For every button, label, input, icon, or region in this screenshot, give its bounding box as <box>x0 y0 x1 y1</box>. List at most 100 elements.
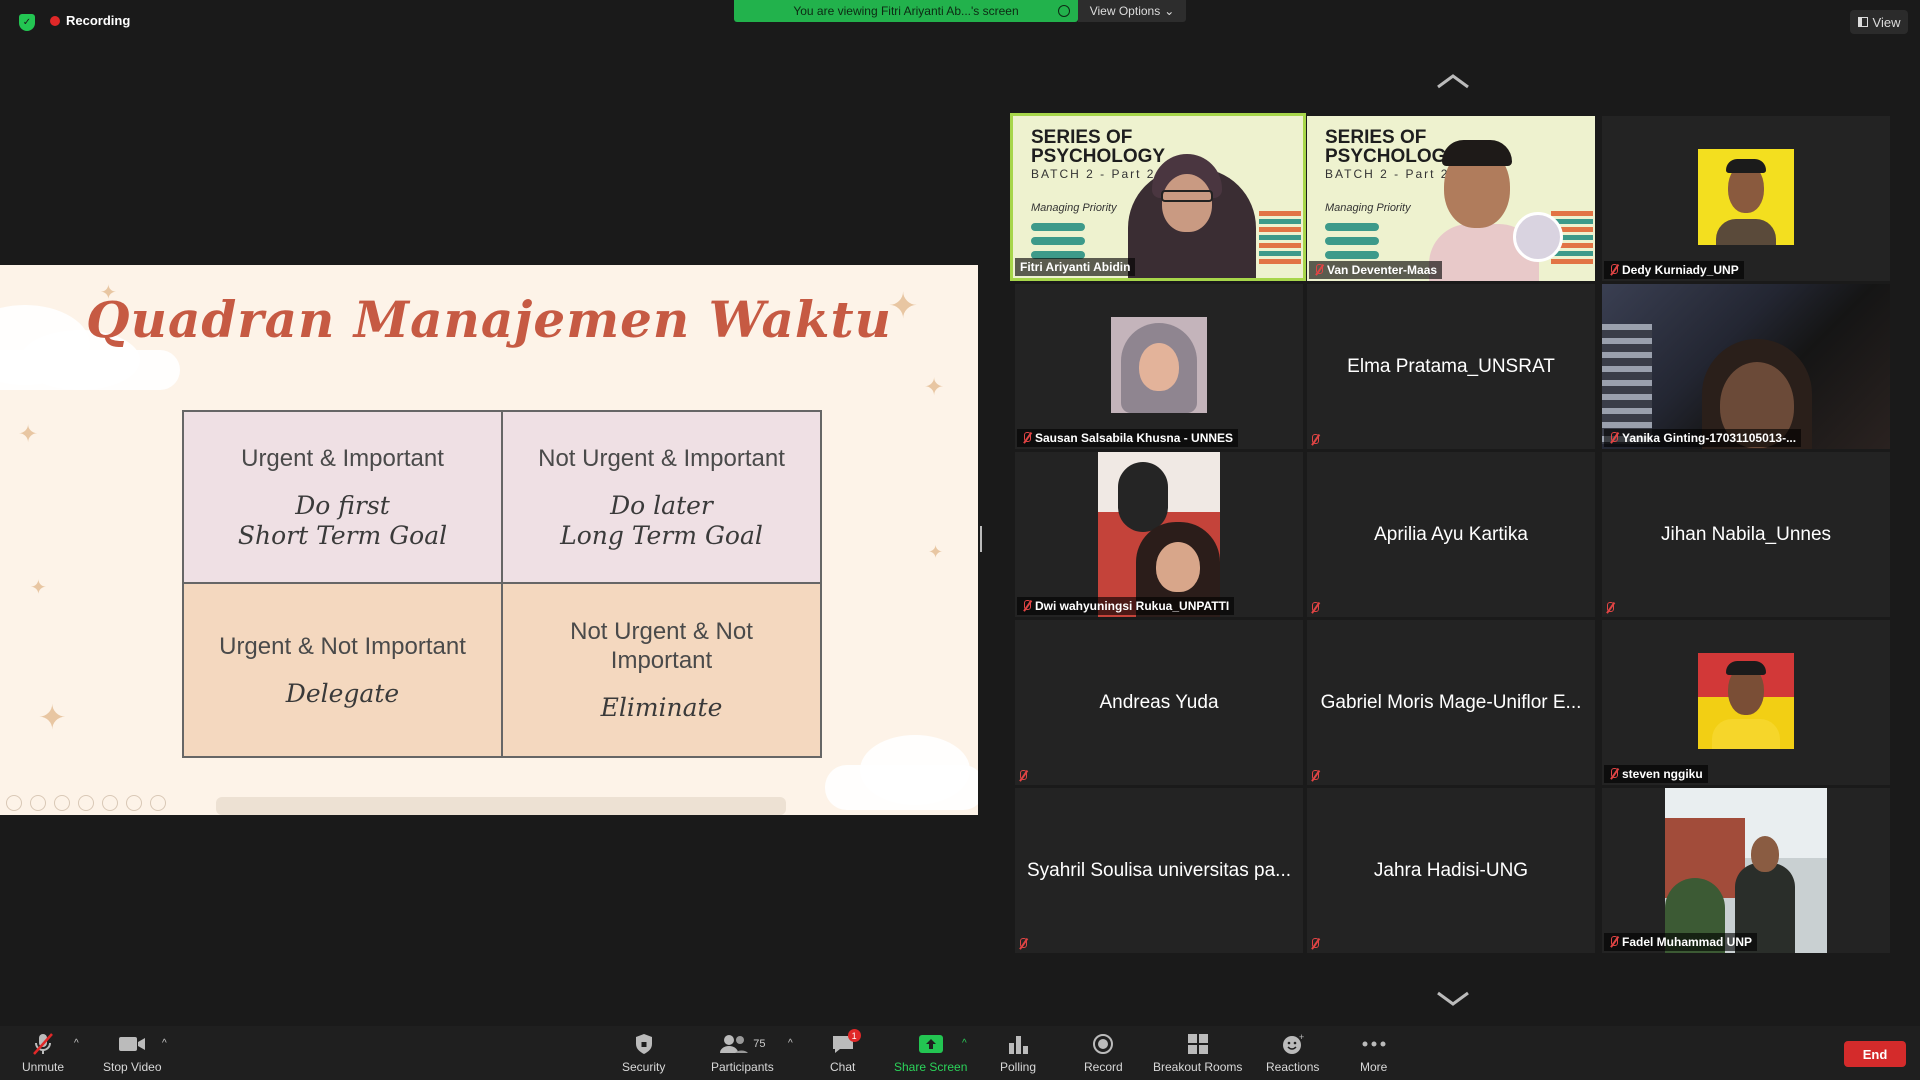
breakout-rooms-label: Breakout Rooms <box>1153 1060 1243 1074</box>
participant-tile[interactable]: Andreas Yuda <box>1015 620 1303 785</box>
breakout-rooms-icon <box>1187 1032 1209 1056</box>
share-screen-label: Share Screen <box>894 1060 968 1074</box>
gallery-page-down-icon[interactable] <box>1435 990 1471 1008</box>
security-button[interactable]: Security <box>622 1032 665 1074</box>
recording-indicator[interactable]: Recording <box>50 13 130 28</box>
quadrant-action: Do later Long Term Goal <box>560 491 763 551</box>
participant-tile[interactable]: Elma Pratama_UNSRAT <box>1307 284 1595 449</box>
participant-tile[interactable]: SERIES OF PSYCHOLOGY BATCH 2 - Part 2 Man… <box>1307 116 1595 281</box>
photo-hair <box>1726 159 1766 173</box>
view-options-label: View Options <box>1089 4 1161 18</box>
record-label: Record <box>1084 1060 1123 1074</box>
zoom-icon <box>102 795 118 811</box>
chat-button[interactable]: 1 Chat <box>830 1029 861 1074</box>
promo-batch: BATCH 2 - Part 2 <box>1031 167 1156 181</box>
reactions-button[interactable]: + Reactions <box>1266 1032 1319 1074</box>
video-camera-icon <box>118 1032 146 1056</box>
participant-tile[interactable]: Sausan Salsabila Khusna - UNNES <box>1015 284 1303 449</box>
bar-chart-icon <box>1007 1032 1029 1056</box>
cloud-decoration <box>825 765 978 810</box>
chat-unread-badge: 1 <box>847 1029 861 1042</box>
quadrant-not-urgent-important: Not Urgent & Important Do later Long Ter… <box>502 411 821 583</box>
split-view-resize-handle[interactable] <box>980 526 982 552</box>
more-button[interactable]: More <box>1360 1032 1387 1074</box>
muted-microphone-icon <box>1018 938 1027 950</box>
audio-options-caret-icon[interactable]: ^ <box>74 1038 79 1049</box>
participants-label: Participants <box>711 1060 774 1074</box>
participant-name: Sausan Salsabila Khusna - UNNES <box>1035 431 1234 445</box>
end-meeting-button[interactable]: End <box>1844 1041 1906 1067</box>
viewing-screen-banner: You are viewing Fitri Ariyanti Ab...'s s… <box>734 0 1078 22</box>
muted-microphone-icon <box>1609 264 1618 276</box>
muted-microphone-icon <box>1609 936 1618 948</box>
chat-label: Chat <box>830 1060 856 1074</box>
promo-title: SERIES OF PSYCHOLOGY <box>1325 128 1459 166</box>
participant-tile[interactable]: SERIES OF PSYCHOLOGY BATCH 2 - Part 2 Man… <box>1010 113 1306 281</box>
quadrant-urgent-not-important: Urgent & Not Important Delegate <box>183 583 502 757</box>
participant-tile[interactable]: Jahra Hadisi-UNG <box>1307 788 1595 953</box>
participant-tile[interactable]: Jihan Nabila_Unnes <box>1602 452 1890 617</box>
breakout-rooms-button[interactable]: Breakout Rooms <box>1153 1032 1242 1074</box>
sparkle-icon: ✦ <box>924 374 945 401</box>
pen-icon <box>54 795 70 811</box>
video-options-caret-icon[interactable]: ^ <box>162 1038 167 1049</box>
prev-slide-icon <box>6 795 22 811</box>
stop-video-button[interactable]: Stop Video <box>103 1032 162 1074</box>
record-button[interactable]: Record <box>1084 1032 1123 1074</box>
profile-photo <box>1698 653 1794 749</box>
ellipsis-icon <box>1362 1032 1386 1056</box>
smiley-icon: + <box>1281 1032 1305 1056</box>
svg-text:+: + <box>1299 1033 1304 1042</box>
share-options-caret-icon[interactable]: ^ <box>962 1038 967 1049</box>
participant-tile[interactable]: Fadel Muhammad UNP <box>1602 788 1890 953</box>
participant-name-display: Syahril Soulisa universitas pa... <box>1026 859 1291 881</box>
participant-tile[interactable]: Dedy Kurniady_UNP <box>1602 116 1890 281</box>
sparkle-icon: ✦ <box>30 577 47 599</box>
shelf-background <box>1602 324 1652 444</box>
participant-name: Fitri Ariyanti Abidin <box>1020 260 1131 274</box>
share-screen-button[interactable]: Share Screen <box>894 1032 967 1074</box>
share-screen-icon <box>918 1032 944 1056</box>
participant-name: steven nggiku <box>1622 767 1703 781</box>
view-layout-button[interactable]: View <box>1850 10 1908 34</box>
muted-microphone-icon <box>1609 432 1618 444</box>
slide-title: Quadran Manajemen Waktu <box>86 290 892 349</box>
participants-options-caret-icon[interactable]: ^ <box>788 1038 793 1049</box>
profile-photo <box>1098 452 1220 617</box>
participant-name-label: Van Deventer-Maas <box>1309 261 1443 279</box>
quadrant-action: Delegate <box>285 678 400 708</box>
participant-name: Van Deventer-Maas <box>1327 263 1438 277</box>
profile-photo <box>1665 788 1827 953</box>
participant-name-display: Andreas Yuda <box>1099 691 1219 713</box>
participant-tile[interactable]: Yanika Ginting-17031105013-... <box>1602 284 1890 449</box>
more-label: More <box>1360 1060 1388 1074</box>
meeting-top-bar: ✓ Recording You are viewing Fitri Ariyan… <box>0 0 1920 42</box>
glasses-icon <box>1161 190 1213 202</box>
muted-microphone-icon <box>1022 600 1031 612</box>
photo-hair <box>1726 661 1766 675</box>
time-management-matrix: Urgent & Important Do first Short Term G… <box>182 410 822 758</box>
participant-name-label: Fadel Muhammad UNP <box>1604 933 1758 951</box>
muted-microphone-icon <box>1609 768 1618 780</box>
participant-tile[interactable]: steven nggiku <box>1602 620 1890 785</box>
promo-pill <box>1325 223 1379 231</box>
participants-button[interactable]: 75 Participants <box>711 1032 774 1074</box>
promo-title: SERIES OF PSYCHOLOGY <box>1031 128 1165 166</box>
polling-button[interactable]: Polling <box>1000 1032 1036 1074</box>
participant-tile[interactable]: Aprilia Ayu Kartika <box>1307 452 1595 617</box>
person-hair <box>1442 140 1512 166</box>
quadrant-action: Do first Short Term Goal <box>238 491 447 551</box>
participant-name-display: Gabriel Moris Mage-Uniflor E... <box>1320 691 1582 713</box>
participant-name: Fadel Muhammad UNP <box>1622 935 1753 949</box>
muted-microphone-icon <box>1310 434 1319 446</box>
unmute-button[interactable]: Unmute <box>22 1032 64 1074</box>
participant-tile[interactable]: Gabriel Moris Mage-Uniflor E... <box>1307 620 1595 785</box>
participant-tile[interactable]: Syahril Soulisa universitas pa... <box>1015 788 1303 953</box>
next-slide-icon <box>30 795 46 811</box>
participant-tile[interactable]: Dwi wahyuningsi Rukua_UNPATTI <box>1015 452 1303 617</box>
recording-label: Recording <box>66 13 131 28</box>
gallery-page-up-icon[interactable] <box>1435 72 1471 90</box>
chevron-down-icon: ⌄ <box>1164 4 1175 18</box>
view-options-button[interactable]: View Options ⌄ <box>1078 0 1186 22</box>
encryption-shield-icon[interactable]: ✓ <box>19 14 35 31</box>
